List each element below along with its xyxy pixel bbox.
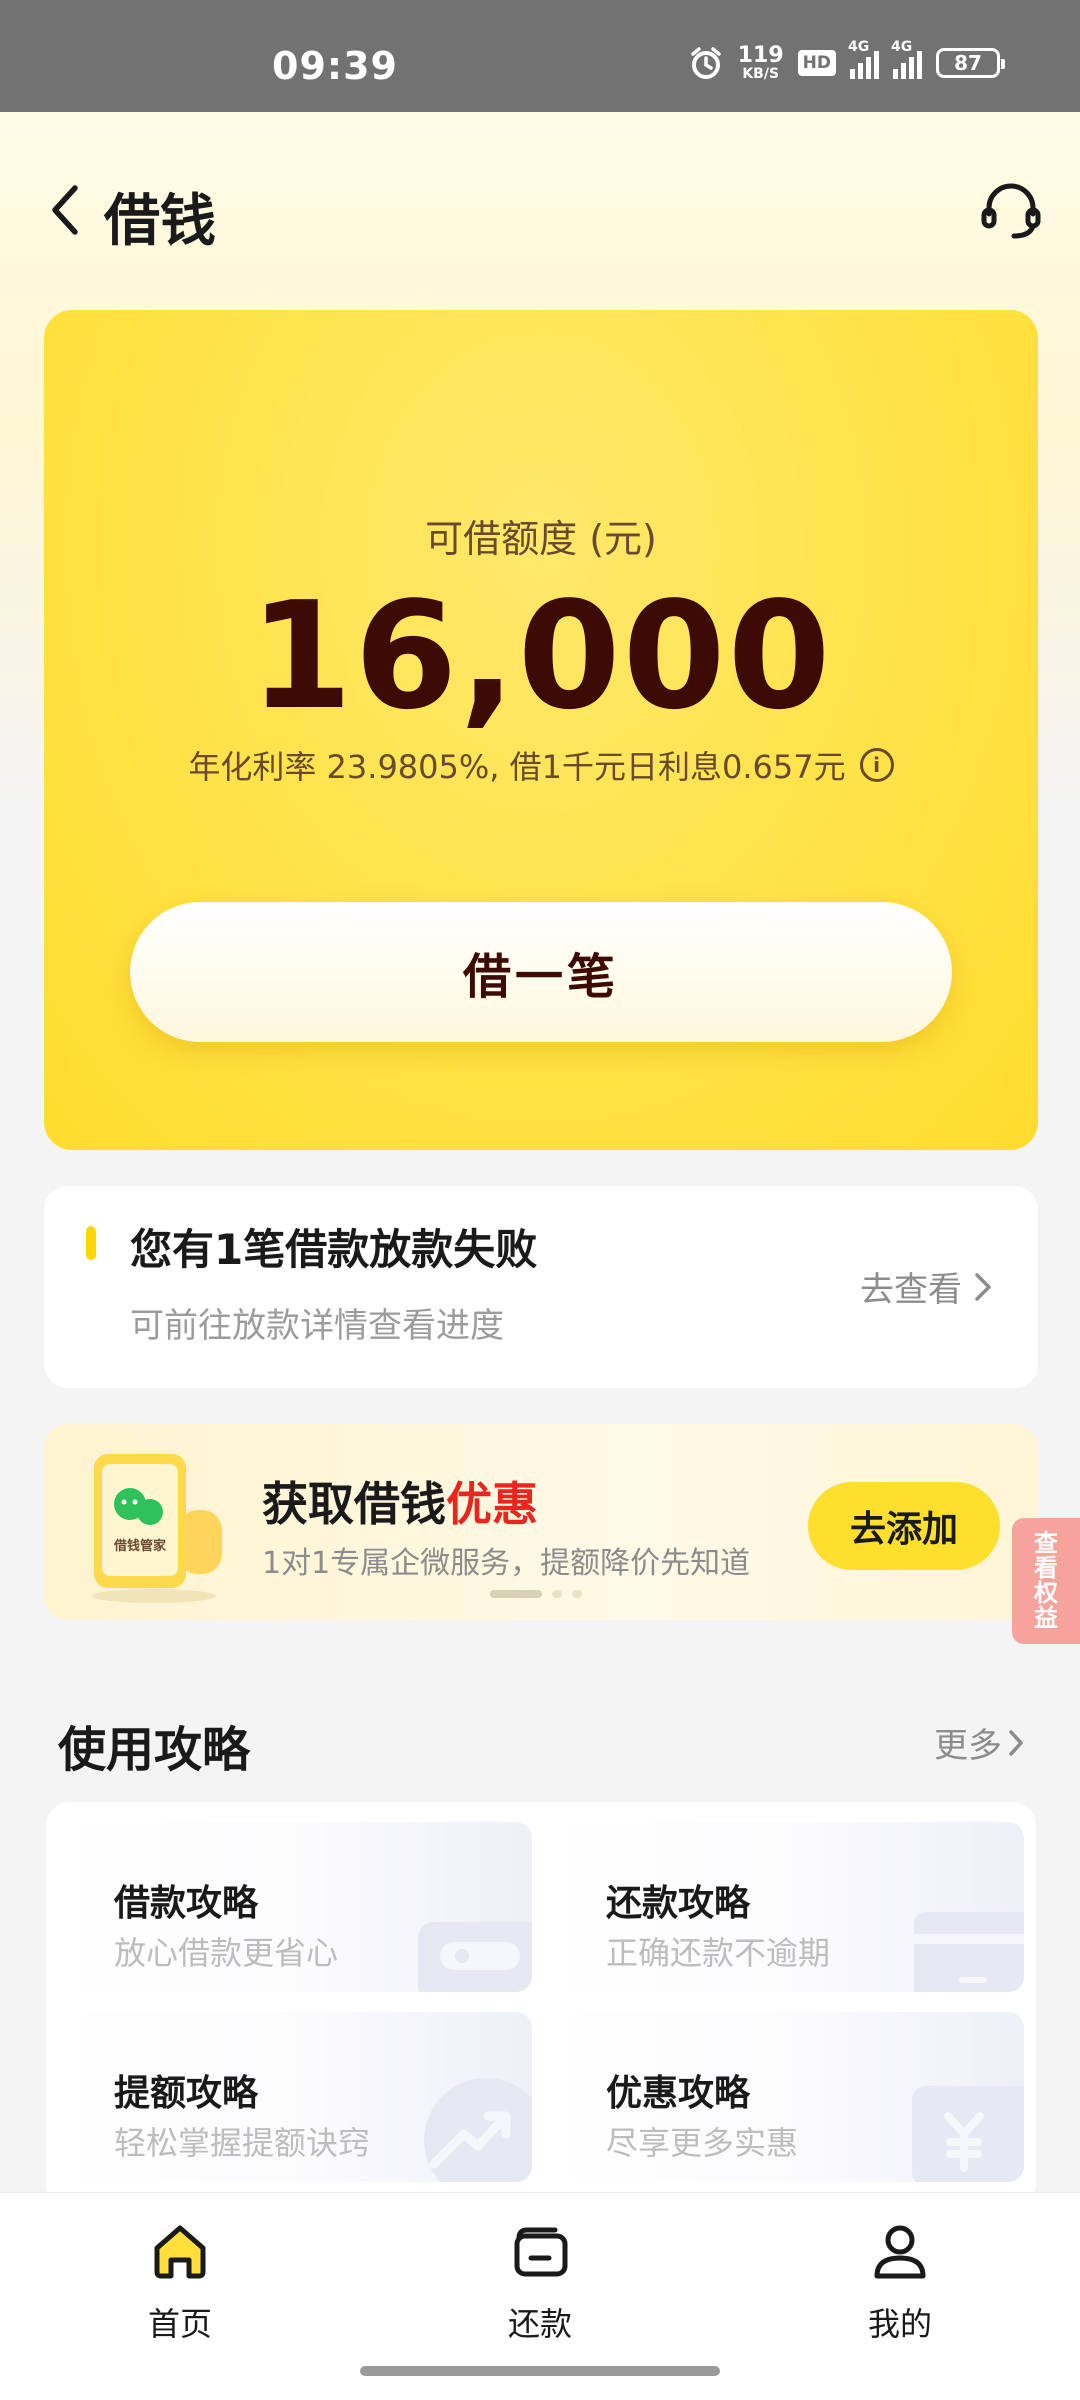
carousel-indicator (490, 1590, 582, 1598)
customer-service-button[interactable] (976, 176, 1046, 246)
tab-label: 还款 (507, 2305, 572, 2343)
nav-header: 借钱 (0, 150, 1080, 270)
tab-profile[interactable]: 我的 (820, 2217, 980, 2357)
interest-rate-text: 年化利率 23.9805%, 借1千元日利息0.657元 (188, 748, 846, 786)
home-indicator[interactable] (360, 2366, 720, 2376)
status-time: 09:39 (272, 44, 398, 88)
guide-item-subtitle: 放心借款更省心 (114, 1934, 339, 1972)
view-details-label: 去查看 (860, 1270, 962, 1310)
info-icon[interactable]: i (859, 748, 894, 782)
notice-accent-bar (86, 1226, 96, 1260)
guide-item-subtitle: 轻松掌握提额诀窍 (114, 2124, 371, 2162)
alarm-icon (688, 45, 724, 81)
guide-more-label: 更多 (934, 1726, 1002, 1766)
network-speed-unit: KB/S (742, 66, 780, 82)
carousel-dot (552, 1590, 562, 1598)
guide-section-title: 使用攻略 (58, 1722, 251, 1778)
home-icon (146, 2217, 214, 2285)
side-tag-char: 权 (1034, 1579, 1058, 1607)
profile-icon (866, 2217, 934, 2285)
guide-item-limit[interactable]: 提额攻略 轻松掌握提额诀窍 (56, 2012, 532, 2182)
promo-banner[interactable]: 借钱管家 获取借钱优惠 1对1专属企微服务，提额降价先知道 去添加 (44, 1424, 1038, 1620)
page-title: 借钱 (104, 189, 216, 254)
chevron-right-icon (975, 1272, 991, 1301)
side-tag-char: 看 (1034, 1553, 1058, 1582)
carousel-dot-active (490, 1590, 542, 1598)
chevron-right-icon (1009, 1729, 1023, 1756)
credit-limit-amount: 16,000 (249, 570, 833, 742)
signal-2-label: 4G (891, 39, 913, 55)
promo-subtitle: 1对1专属企微服务，提额降价先知道 (262, 1546, 751, 1581)
credit-card: 可借额度 (元) 16,000 年化利率 23.9805%, 借1千元日利息0.… (44, 310, 1038, 1150)
wallet-icon (506, 2217, 574, 2285)
promo-title: 获取借钱优惠 (262, 1468, 538, 1534)
back-button[interactable] (40, 180, 90, 240)
trend-up-illustration-icon (424, 2078, 532, 2182)
view-details-link[interactable]: 去查看 (860, 1262, 992, 1311)
guide-more-link[interactable]: 更多 (934, 1718, 1024, 1767)
interest-rate-line: 年化利率 23.9805%, 借1千元日利息0.657元 i (44, 742, 1038, 788)
wallet-illustration-icon (418, 1922, 532, 1992)
guide-item-title: 还款攻略 (606, 1883, 751, 1924)
borrow-button[interactable]: 借一笔 (130, 902, 952, 1042)
guide-panel: 借款攻略 放心借款更省心 还款攻略 正确还款不逾期 提额攻略 轻松掌握提额诀窍 … (46, 1802, 1036, 2208)
hd-icon: HD (797, 50, 836, 76)
side-tag-char: 益 (1034, 1604, 1058, 1633)
guide-item-borrow[interactable]: 借款攻略 放心借款更省心 (56, 1822, 532, 1992)
guide-item-discount[interactable]: 优惠攻略 尽享更多实惠 (548, 2012, 1024, 2182)
signal-icon-1: 4G (848, 39, 879, 79)
promo-title-highlight: 优惠 (446, 1477, 538, 1531)
illustration-label: 借钱管家 (113, 1538, 167, 1554)
carousel-dot (572, 1590, 582, 1598)
signal-icon-2: 4G (891, 39, 922, 79)
status-icons: 119 KB/S HD 4G 4G 87 (688, 38, 1005, 88)
notice-subtitle: 可前往放款详情查看进度 (130, 1306, 504, 1346)
guide-item-subtitle: 正确还款不逾期 (606, 1934, 831, 1972)
network-speed: 119 KB/S (737, 43, 784, 82)
wechat-phone-illustration: 借钱管家 (92, 1454, 222, 1603)
headset-icon (981, 183, 1041, 239)
coupon-illustration-icon (912, 2086, 1024, 2182)
tab-label: 首页 (147, 2305, 212, 2343)
signal-1-label: 4G (848, 39, 870, 55)
view-benefits-tag[interactable]: 查 看 权 益 (1012, 1518, 1080, 1644)
tab-label: 我的 (867, 2305, 932, 2343)
promo-title-main: 获取借钱 (262, 1477, 446, 1531)
tab-repay[interactable]: 还款 (460, 2217, 620, 2357)
guide-item-subtitle: 尽享更多实惠 (606, 2124, 799, 2162)
status-bar: 09:39 119 KB/S HD 4G 4G 87 (0, 0, 1080, 112)
loan-failure-notice[interactable]: 您有1笔借款放款失败 可前往放款详情查看进度 去查看 (44, 1186, 1038, 1388)
guide-item-title: 提额攻略 (114, 2073, 259, 2114)
add-button[interactable]: 去添加 (808, 1482, 1000, 1570)
side-tag-char: 查 (1034, 1528, 1058, 1557)
guide-item-title: 借款攻略 (114, 1883, 259, 1924)
tab-home[interactable]: 首页 (100, 2217, 260, 2357)
credit-limit-label: 可借额度 (元) (425, 517, 657, 561)
card-illustration-icon (914, 1912, 1024, 1992)
network-speed-value: 119 (737, 43, 784, 68)
chevron-left-icon (52, 185, 78, 235)
battery-icon: 87 (936, 48, 1005, 78)
guide-item-title: 优惠攻略 (606, 2073, 751, 2114)
notice-title: 您有1笔借款放款失败 (130, 1225, 538, 1274)
guide-item-repay[interactable]: 还款攻略 正确还款不逾期 (548, 1822, 1024, 1992)
